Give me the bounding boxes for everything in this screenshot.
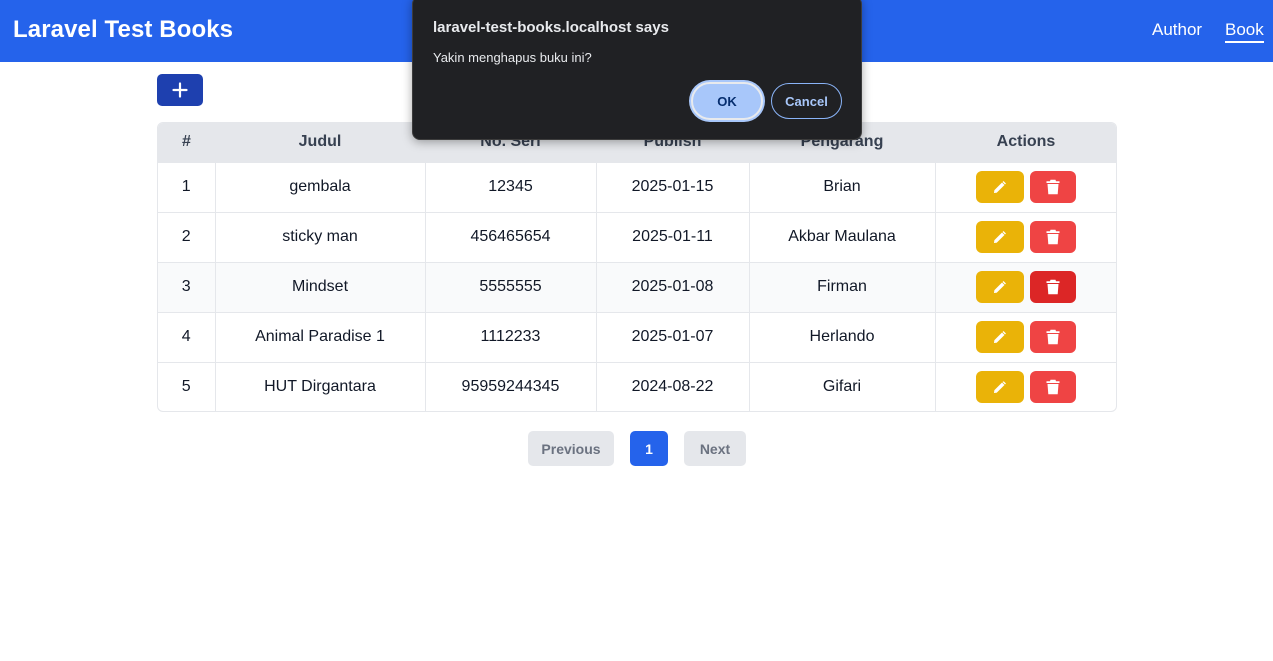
dialog-cancel-button[interactable]: Cancel (771, 83, 842, 119)
nav-link-book[interactable]: Book (1225, 20, 1264, 43)
table-row: 1 gembala 12345 2025-01-15 Brian (158, 161, 1116, 212)
cell-pengarang: Gifari (749, 361, 936, 411)
delete-button[interactable] (1030, 171, 1077, 203)
cell-judul: Animal Paradise 1 (215, 311, 426, 362)
pencil-icon (993, 279, 1008, 294)
table-row: 4 Animal Paradise 1 1112233 2025-01-07 H… (158, 311, 1116, 362)
cell-seri: 5555555 (425, 261, 597, 312)
dialog-title: laravel-test-books.localhost says (433, 19, 669, 36)
trash-icon (1046, 279, 1060, 295)
delete-button[interactable] (1030, 321, 1077, 353)
cell-no: 3 (158, 261, 216, 312)
confirm-dialog: laravel-test-books.localhost says Yakin … (412, 0, 862, 140)
cell-actions (934, 211, 1116, 262)
delete-button[interactable] (1030, 221, 1077, 253)
cell-seri: 95959244345 (425, 361, 597, 411)
cell-actions (934, 361, 1116, 411)
edit-button[interactable] (976, 171, 1025, 203)
brand-title[interactable]: Laravel Test Books (13, 16, 233, 44)
edit-button[interactable] (976, 221, 1025, 253)
cell-seri: 1112233 (425, 311, 597, 362)
cell-seri: 12345 (425, 161, 597, 212)
delete-button[interactable] (1030, 371, 1077, 404)
pencil-icon (993, 179, 1008, 194)
trash-icon (1046, 179, 1060, 195)
page-1-button[interactable]: 1 (630, 431, 668, 466)
edit-button[interactable] (976, 271, 1025, 303)
table-row: 5 HUT Dirgantara 95959244345 2024-08-22 … (158, 361, 1116, 411)
cell-judul: Mindset (215, 261, 426, 312)
next-page-button[interactable]: Next (684, 431, 746, 466)
add-book-button[interactable] (157, 74, 203, 106)
cell-judul: sticky man (215, 211, 426, 262)
pencil-icon (993, 380, 1008, 395)
cell-no: 5 (158, 361, 216, 411)
previous-page-button[interactable]: Previous (528, 431, 614, 466)
cell-seri: 456465654 (425, 211, 597, 262)
cell-actions (934, 161, 1116, 212)
trash-icon (1046, 380, 1060, 395)
cell-publish: 2024-08-22 (596, 361, 750, 411)
cell-judul: HUT Dirgantara (215, 361, 426, 411)
table-row: 2 sticky man 456465654 2025-01-11 Akbar … (158, 211, 1116, 262)
pagination: Previous 1 Next (0, 431, 1273, 467)
cell-publish: 2025-01-08 (596, 261, 750, 312)
dialog-message: Yakin menghapus buku ini? (433, 50, 592, 65)
pencil-icon (993, 329, 1008, 344)
books-table: # Judul No. Seri Publish Pengarang Actio… (157, 122, 1117, 412)
cell-actions (934, 261, 1116, 312)
cell-publish: 2025-01-11 (596, 211, 750, 262)
cell-actions (934, 311, 1116, 362)
trash-icon (1046, 329, 1060, 345)
plus-icon (172, 82, 188, 98)
nav-link-author[interactable]: Author (1152, 20, 1202, 40)
header-actions: Actions (996, 133, 1056, 151)
cell-judul: gembala (215, 161, 426, 212)
cell-no: 2 (158, 211, 216, 262)
header-no: # (182, 133, 191, 151)
cell-pengarang: Brian (749, 161, 936, 212)
cell-pengarang: Firman (749, 261, 936, 312)
cell-pengarang: Akbar Maulana (749, 211, 936, 262)
delete-button[interactable] (1030, 271, 1077, 303)
table-row: 3 Mindset 5555555 2025-01-08 Firman (158, 261, 1116, 312)
cell-publish: 2025-01-07 (596, 311, 750, 362)
header-judul: Judul (298, 133, 342, 151)
cell-no: 1 (158, 161, 216, 212)
cell-publish: 2025-01-15 (596, 161, 750, 212)
dialog-ok-button[interactable]: OK (691, 82, 763, 120)
cell-no: 4 (158, 311, 216, 362)
edit-button[interactable] (976, 321, 1025, 353)
trash-icon (1046, 229, 1060, 245)
cell-pengarang: Herlando (749, 311, 936, 362)
pencil-icon (993, 229, 1008, 244)
edit-button[interactable] (976, 371, 1025, 404)
